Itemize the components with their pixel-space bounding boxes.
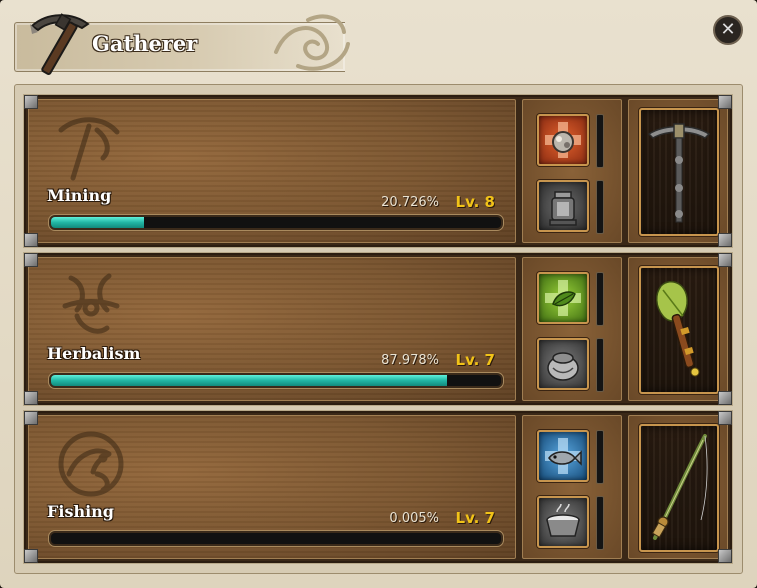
herb-emblem-icon <box>62 273 120 334</box>
tool-slot[interactable] <box>639 424 719 552</box>
pickaxe-title-icon <box>30 13 90 76</box>
boost-slots <box>522 257 622 401</box>
skill-level: Lv. 7 <box>455 509 495 527</box>
slot-charge-bar <box>596 114 604 168</box>
fish-boost-icon <box>545 438 582 474</box>
skill-info-panel: Herbalism 87.978% Lv. 7 <box>28 257 516 401</box>
frame-corner <box>24 411 38 425</box>
title-ornament-icon <box>274 14 350 71</box>
frame-corner <box>718 549 732 563</box>
skill-row-fishing: Fishing 0.005% Lv. 7 <box>24 411 732 563</box>
tool-panel <box>628 257 728 401</box>
skill-name: Fishing <box>47 502 114 521</box>
tool-panel <box>628 99 728 243</box>
tool-slot[interactable] <box>639 108 719 236</box>
lantern-slot[interactable] <box>537 180 589 232</box>
frame-corner <box>24 233 38 247</box>
seed-pouch-slot[interactable] <box>537 338 589 390</box>
close-button[interactable]: ✕ <box>713 15 743 45</box>
skill-info-panel: Mining 20.726% Lv. 8 <box>28 99 516 243</box>
sickle-tool-icon <box>656 281 700 377</box>
skill-name: Mining <box>47 186 112 205</box>
cooking-pot-slot[interactable] <box>537 496 589 548</box>
skill-progress-bar <box>49 373 503 388</box>
ore-boost-slot[interactable] <box>537 114 589 166</box>
skill-progress-fill <box>51 375 447 386</box>
fish-emblem-icon <box>58 431 124 497</box>
frame-corner <box>718 411 732 425</box>
frame-corner <box>718 233 732 247</box>
ore-boost-icon <box>545 122 581 158</box>
herb-boost-icon <box>545 280 581 316</box>
skill-progress-fill <box>51 217 145 228</box>
frame-corner <box>718 253 732 267</box>
skill-level: Lv. 7 <box>455 351 495 369</box>
herb-boost-slot[interactable] <box>537 272 589 324</box>
frame-corner <box>24 95 38 109</box>
skill-progress-percent: 87.978% <box>381 353 439 368</box>
slot-charge-bar <box>596 180 604 234</box>
lantern-icon <box>549 191 577 226</box>
frame-corner <box>24 253 38 267</box>
frame-corner <box>24 549 38 563</box>
tool-panel <box>628 415 728 559</box>
skill-progress-bar <box>49 531 503 546</box>
cooking-pot-icon <box>546 503 580 537</box>
frame-corner <box>718 391 732 405</box>
fishing-rod-tool-icon <box>651 434 708 540</box>
pickaxe-emblem-icon <box>58 117 120 181</box>
fish-boost-slot[interactable] <box>537 430 589 482</box>
frame-corner <box>24 391 38 405</box>
gatherer-window: Gatherer ✕ Mining 20.726% Lv. 8 Herbalis… <box>0 0 757 588</box>
slot-charge-bar <box>596 430 604 484</box>
skill-level: Lv. 8 <box>455 193 495 211</box>
boost-slots <box>522 415 622 559</box>
slot-charge-bar <box>596 338 604 392</box>
skill-progress-percent: 20.726% <box>381 195 439 210</box>
tool-slot[interactable] <box>639 266 719 394</box>
boost-slots <box>522 99 622 243</box>
skill-row-herbalism: Herbalism 87.978% Lv. 7 <box>24 253 732 405</box>
skill-progress-bar <box>49 215 503 230</box>
skill-name: Herbalism <box>47 344 141 363</box>
slot-charge-bar <box>596 496 604 550</box>
pickaxe-tool-icon <box>647 123 711 223</box>
skill-row-mining: Mining 20.726% Lv. 8 <box>24 95 732 247</box>
skill-progress-percent: 0.005% <box>389 511 439 526</box>
close-icon: ✕ <box>720 19 736 40</box>
seed-pouch-icon <box>547 352 579 381</box>
slot-charge-bar <box>596 272 604 326</box>
skill-info-panel: Fishing 0.005% Lv. 7 <box>28 415 516 559</box>
window-title: Gatherer <box>92 31 198 56</box>
frame-corner <box>718 95 732 109</box>
